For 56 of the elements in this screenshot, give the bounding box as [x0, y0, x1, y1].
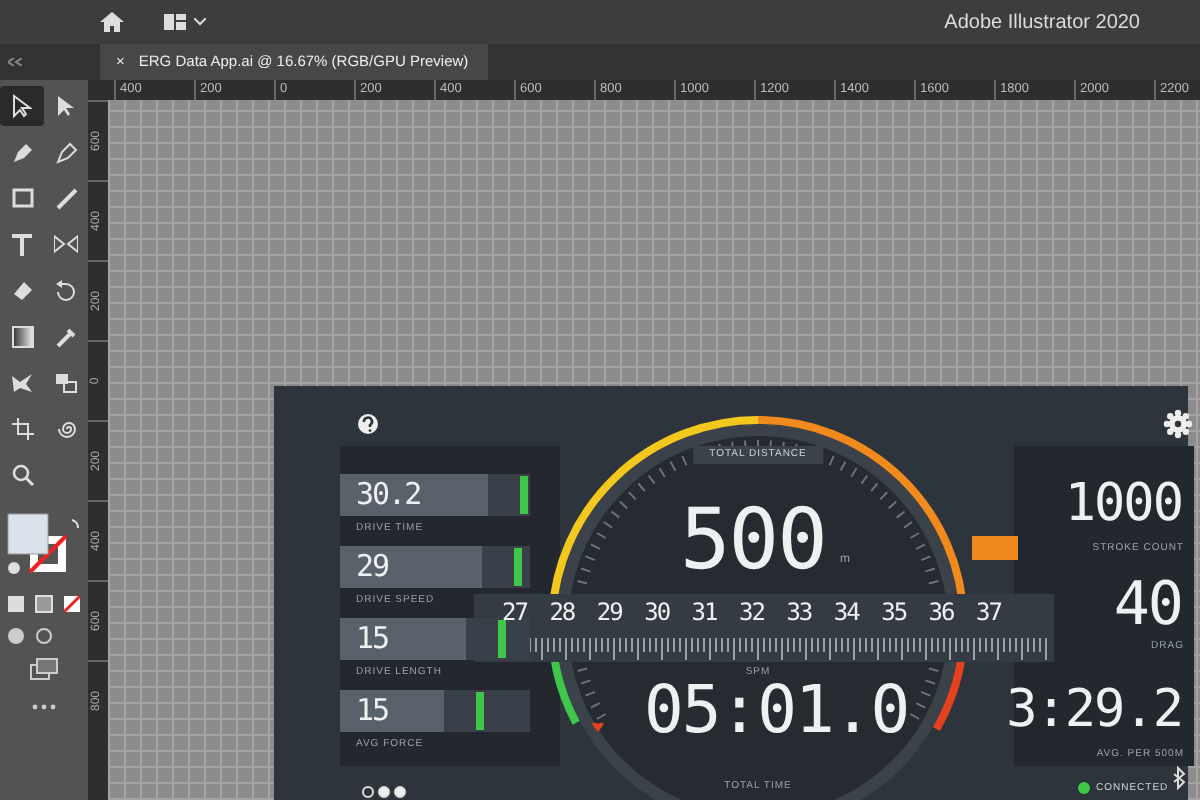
app-title: Adobe Illustrator 2020	[944, 9, 1140, 37]
brush-tool-icon[interactable]	[55, 187, 77, 209]
scale-number: 30	[644, 600, 670, 624]
level-marker	[476, 692, 485, 730]
level-marker	[497, 620, 506, 658]
pen-tool-icon[interactable]	[11, 141, 33, 163]
time-value: 05:01.0	[644, 676, 909, 742]
blend-tool-icon[interactable]	[54, 371, 78, 393]
scale-number: 36	[928, 600, 954, 624]
artboard-tool-icon[interactable]	[11, 417, 33, 439]
eyedropper-icon[interactable]	[55, 325, 77, 347]
metric-value: 3:29.2	[1006, 684, 1182, 736]
collapse-icon[interactable]	[8, 58, 22, 66]
level-marker	[514, 548, 523, 586]
screen-mode-icon[interactable]	[30, 658, 58, 680]
scale-number: 35	[881, 600, 907, 624]
metric-value: 15	[356, 696, 389, 726]
scale-number: 31	[691, 600, 717, 624]
zoom-icon[interactable]	[11, 463, 33, 485]
width-tool-icon[interactable]	[54, 234, 78, 254]
eraser-tool-icon[interactable]	[11, 279, 33, 301]
curvature-pen-icon[interactable]	[55, 141, 77, 163]
metric-value: 30.2	[356, 480, 421, 510]
scale-number: 32	[739, 600, 764, 624]
scale-number: 27	[502, 600, 527, 624]
type-tool-icon[interactable]	[12, 233, 32, 255]
scale-number: 33	[786, 600, 812, 624]
help-icon[interactable]	[358, 414, 378, 434]
settings-icon[interactable]	[1163, 409, 1193, 439]
layout-icon[interactable]	[164, 14, 186, 30]
level-marker	[520, 476, 529, 514]
color-mode-icons[interactable]	[4, 594, 84, 614]
distance-value: 500	[680, 498, 826, 582]
scale-number: 34	[833, 600, 859, 624]
more-tools-icon[interactable]	[32, 704, 56, 710]
rectangle-tool-icon[interactable]	[11, 188, 33, 208]
rotate-tool-icon[interactable]	[54, 279, 78, 301]
direct-selection-tool-icon[interactable]	[56, 94, 76, 118]
scale-number: 29	[596, 600, 622, 624]
scale-number: 28	[549, 600, 575, 624]
scale-number: 37	[976, 600, 1001, 624]
heart-icon	[592, 722, 604, 732]
metric-value: 29	[356, 552, 389, 582]
metric-value: 15	[356, 624, 389, 654]
bluetooth-icon	[1173, 765, 1186, 791]
selection-tool-icon[interactable]	[12, 94, 32, 118]
home-icon[interactable]	[100, 12, 124, 32]
pace-marker	[972, 536, 1018, 560]
page-dot[interactable]	[362, 786, 374, 798]
metric-value: 40	[1113, 576, 1182, 636]
metric-value: 1000	[1064, 478, 1182, 530]
spiral-icon[interactable]	[55, 417, 77, 439]
page-dot[interactable]	[378, 786, 390, 798]
page-dot[interactable]	[394, 786, 406, 798]
gradient-tool-icon[interactable]	[11, 325, 33, 347]
chevron-down-icon[interactable]	[194, 18, 206, 26]
